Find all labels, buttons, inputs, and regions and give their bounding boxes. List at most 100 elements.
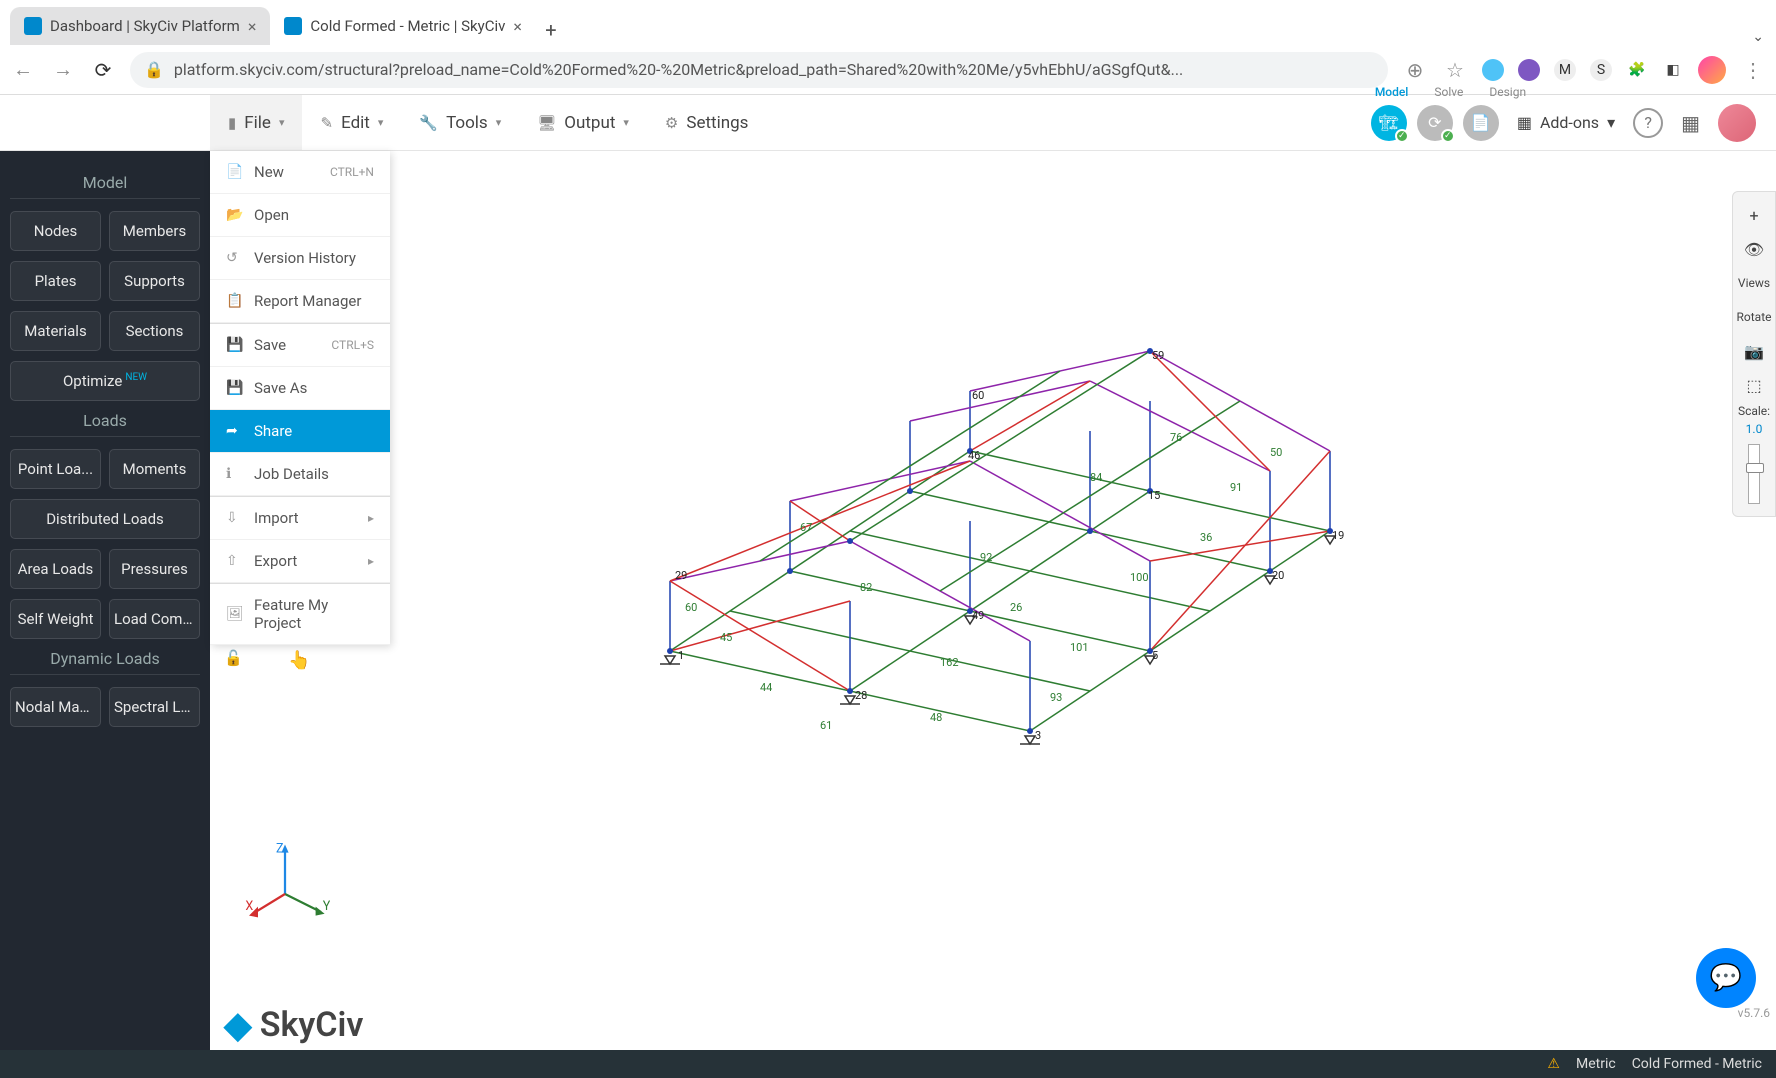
menu-item-icon: 📂 <box>226 207 242 223</box>
file-menu-item-feature-my-project[interactable]: 🖼Feature My Project <box>210 583 390 645</box>
cursor-icon: 👆 <box>288 650 310 671</box>
file-menu-item-export[interactable]: ⇧Export▸ <box>210 540 390 583</box>
ext-icon[interactable]: S <box>1590 59 1612 81</box>
sidebar-button[interactable]: Area Loads <box>10 549 101 589</box>
sidebar-button[interactable]: Pressures <box>109 549 200 589</box>
tab-list-dropdown[interactable]: ⌄ <box>1752 29 1764 45</box>
screenshot-button[interactable]: 📷 <box>1736 336 1772 366</box>
extensions-icon[interactable]: 🧩 <box>1626 59 1648 81</box>
ext-icon[interactable] <box>1482 59 1504 81</box>
sidepanel-icon[interactable]: ◧ <box>1662 59 1684 81</box>
back-button[interactable]: ← <box>10 57 36 82</box>
forward-button[interactable]: → <box>50 57 76 82</box>
menu-shortcut: CTRL+N <box>330 165 374 179</box>
chevron-right-icon: ▸ <box>368 511 374 525</box>
file-menu-item-job-details[interactable]: ℹJob Details <box>210 453 390 496</box>
menu-item-icon: ➦ <box>226 423 242 439</box>
zoom-in-button[interactable]: + <box>1736 200 1772 230</box>
kebab-menu-icon[interactable]: ⋮ <box>1740 58 1766 82</box>
file-menu-item-save-as[interactable]: 💾Save As <box>210 367 390 410</box>
sidebar-button[interactable]: Moments <box>109 449 200 489</box>
app-menu-bar: ▮ File ▾ ✎ Edit ▾ 🔧 Tools ▾ 🖥 Output ▾ ⚙… <box>0 95 1776 151</box>
logo-text: SkyCiv <box>260 1005 364 1045</box>
menu-output[interactable]: 🖥 Output ▾ <box>519 95 647 150</box>
sidebar-button[interactable]: Distributed Loads <box>10 499 200 539</box>
apps-grid-icon[interactable]: ▦ <box>1681 111 1700 135</box>
install-icon[interactable]: ⊕ <box>1402 58 1428 82</box>
help-button[interactable]: ? <box>1633 108 1663 138</box>
sidebar-button[interactable]: Members <box>109 211 200 251</box>
stage-model-button[interactable]: 🏗✓ <box>1371 105 1407 141</box>
ext-icon[interactable] <box>1518 59 1540 81</box>
menu-label: Settings <box>686 113 748 133</box>
new-tab-button[interactable]: + <box>536 15 566 45</box>
file-menu-item-version-history[interactable]: ↺Version History <box>210 237 390 280</box>
visibility-button[interactable]: 👁 <box>1736 234 1772 264</box>
view-toolbar: + 👁 Views Rotate 📷 ⬚ Scale: 1.0 <box>1732 191 1776 517</box>
menu-tools[interactable]: 🔧 Tools ▾ <box>401 95 519 150</box>
profile-avatar-icon[interactable] <box>1698 56 1726 84</box>
close-icon[interactable]: × <box>513 17 522 36</box>
svg-text:26: 26 <box>1010 601 1022 614</box>
rotate-button[interactable]: Rotate <box>1736 302 1772 332</box>
sidebar-button[interactable]: Supports <box>109 261 200 301</box>
project-name[interactable]: Cold Formed - Metric <box>1632 1056 1762 1072</box>
wrench-icon: 🔧 <box>419 114 438 132</box>
stage-solve-button[interactable]: ⟳✓ <box>1417 105 1453 141</box>
canvas-area[interactable]: 📄NewCTRL+N📂Open↺Version History📋Report M… <box>210 151 1776 1050</box>
tab-title: Dashboard | SkyCiv Platform <box>50 17 240 35</box>
sidebar-button[interactable]: Load Combos <box>109 599 200 639</box>
sidebar-button[interactable]: Materials <box>10 311 101 351</box>
file-icon: ▮ <box>228 114 236 132</box>
chevron-down-icon: ▾ <box>378 116 384 129</box>
pencil-icon: ✎ <box>320 114 333 132</box>
menu-file[interactable]: ▮ File ▾ <box>210 95 302 150</box>
ext-icon[interactable]: M <box>1554 59 1576 81</box>
sidebar-button[interactable]: OptimizeNEW <box>10 361 200 401</box>
stage-label: Model <box>1375 85 1409 99</box>
menu-settings[interactable]: ⚙ Settings <box>647 95 767 150</box>
svg-text:61: 61 <box>820 719 832 732</box>
units-label[interactable]: Metric <box>1576 1056 1616 1072</box>
url-input[interactable]: 🔒 platform.skyciv.com/structural?preload… <box>130 52 1388 88</box>
sidebar-group-header: Dynamic Loads <box>10 649 200 675</box>
check-icon: ✓ <box>1395 129 1409 143</box>
logo-icon: ◆ <box>224 1004 252 1046</box>
svg-text:67: 67 <box>800 521 812 534</box>
scale-slider[interactable] <box>1748 444 1760 504</box>
menu-item-label: Feature My Project <box>254 596 374 632</box>
file-menu-item-save[interactable]: 💾SaveCTRL+S <box>210 323 390 367</box>
close-icon[interactable]: × <box>248 17 257 36</box>
sidebar-button[interactable]: Self Weight <box>10 599 101 639</box>
file-menu-item-import[interactable]: ⇩Import▸ <box>210 496 390 540</box>
file-menu-item-report-manager[interactable]: 📋Report Manager <box>210 280 390 323</box>
sidebar-button[interactable]: Plates <box>10 261 101 301</box>
bookmark-icon[interactable]: ☆ <box>1442 58 1468 82</box>
gear-icon: ⚙ <box>665 114 678 132</box>
reload-button[interactable]: ⟳ <box>90 58 116 82</box>
file-menu-item-open[interactable]: 📂Open <box>210 194 390 237</box>
warning-icon[interactable]: ⚠ <box>1547 1056 1560 1072</box>
file-menu-item-new[interactable]: 📄NewCTRL+N <box>210 151 390 194</box>
box-button[interactable]: ⬚ <box>1736 370 1772 400</box>
svg-text:29: 29 <box>675 569 687 582</box>
structural-model-viewport[interactable]: 446148 10126100 368476 456082 929150 162… <box>510 281 1360 761</box>
sidebar-button[interactable]: Nodes <box>10 211 101 251</box>
unlock-icon[interactable]: 🔓 <box>224 649 243 667</box>
browser-tab-active[interactable]: Cold Formed - Metric | SkyCiv × <box>270 7 536 45</box>
views-button[interactable]: Views <box>1736 268 1772 298</box>
menu-shortcut: CTRL+S <box>331 338 374 352</box>
menu-label: Output <box>564 113 615 133</box>
file-menu-item-share[interactable]: ➦Share👆 <box>210 410 390 453</box>
stage-design-button[interactable]: 📄 <box>1463 105 1499 141</box>
chat-button[interactable]: 💬 <box>1696 948 1756 1008</box>
addons-button[interactable]: ▦ Add-ons ▾ <box>1517 113 1615 132</box>
sidebar-button[interactable]: Nodal Masses <box>10 687 101 727</box>
menu-edit[interactable]: ✎ Edit ▾ <box>302 95 401 150</box>
sidebar-button[interactable]: Point Loa... <box>10 449 101 489</box>
sidebar-button[interactable]: Spectral Loads <box>109 687 200 727</box>
sidebar-button[interactable]: Sections <box>109 311 200 351</box>
svg-text:5: 5 <box>1152 649 1158 662</box>
browser-tab-dashboard[interactable]: Dashboard | SkyCiv Platform × <box>10 7 270 45</box>
user-avatar[interactable] <box>1718 104 1756 142</box>
